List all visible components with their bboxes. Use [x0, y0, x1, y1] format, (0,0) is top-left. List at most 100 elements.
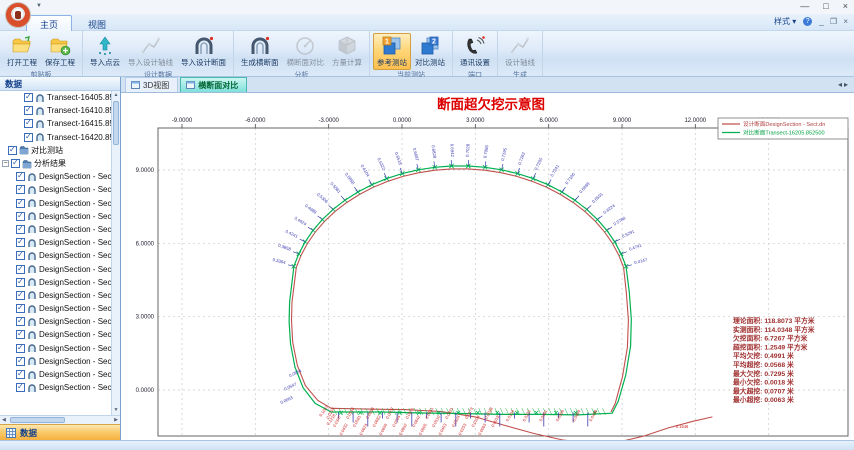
data-tree[interactable]: Transect-16405.85Transect-16410.85Transe… — [0, 91, 120, 415]
scroll-right-icon[interactable]: ▶ — [114, 417, 118, 423]
svg-text:-3.0000: -3.0000 — [319, 118, 340, 124]
tree-item-design-section[interactable]: DesignSection - Sect — [0, 289, 111, 302]
station-2-button[interactable]: 2对比测站 — [411, 33, 449, 70]
status-bar — [0, 440, 854, 450]
tree-checkbox[interactable] — [16, 357, 25, 366]
tree-checkbox[interactable] — [16, 238, 25, 247]
tree-item-transect[interactable]: Transect-16410.85 — [0, 104, 111, 117]
svg-text:0.0624: 0.0624 — [358, 422, 369, 436]
section-compare-button[interactable]: 横断面对比 — [283, 33, 329, 70]
tree-item-label: 分析结果 — [34, 158, 66, 169]
tree-checkbox[interactable] — [16, 370, 25, 379]
data-panel-button[interactable]: 数据 — [0, 424, 120, 440]
scroll-down-icon[interactable]: ▼ — [112, 406, 120, 415]
tree-vertical-scrollbar[interactable]: ▲ ▼ — [111, 91, 120, 415]
button-label: 打开工程 — [7, 57, 37, 68]
scroll-up-icon[interactable]: ▲ — [112, 91, 120, 100]
tree-item-design-section[interactable]: DesignSection - Sect — [0, 183, 111, 196]
tree-checkbox[interactable] — [16, 344, 25, 353]
import-axis-button[interactable]: 导入设计轴线 — [124, 33, 177, 70]
design-axis-button[interactable]: 设计轴线 — [501, 33, 539, 70]
tree-checkbox[interactable] — [24, 93, 33, 102]
collapse-icon[interactable]: − — [2, 160, 9, 167]
scroll-left-icon[interactable]: ◀ — [2, 417, 6, 423]
help-icon[interactable]: ? — [803, 17, 812, 26]
tree-item-design-section[interactable]: DesignSection - Sect — [0, 368, 111, 381]
tree-item-design-section[interactable]: DesignSection - Sect — [0, 342, 111, 355]
tree-checkbox[interactable] — [16, 317, 25, 326]
quick-access-caret-icon[interactable]: ▼ — [36, 3, 42, 9]
svg-text:0.0432: 0.0432 — [338, 422, 349, 436]
tree-item-design-section[interactable]: DesignSection - Sect — [0, 197, 111, 210]
tree-checkbox[interactable] — [24, 106, 33, 115]
minimize-icon[interactable]: — — [800, 1, 809, 11]
tree-checkbox[interactable] — [16, 212, 25, 221]
volume-calc-button[interactable]: 方量计算 — [328, 33, 366, 70]
tree-item-design-section[interactable]: DesignSection - Sect — [0, 315, 111, 328]
comm-settings-button[interactable]: 通讯设置 — [456, 33, 494, 70]
tree-item-design-section[interactable]: DesignSection - Sect — [0, 381, 111, 394]
maximize-icon[interactable]: □ — [823, 1, 828, 11]
tree-checkbox[interactable] — [24, 119, 33, 128]
station-1-button[interactable]: 1参考测站 — [373, 33, 411, 70]
ribbon-tab-视图[interactable]: 视图 — [74, 15, 120, 32]
tree-item-design-section[interactable]: DesignSection - Sect — [0, 223, 111, 236]
scroll-thumb[interactable] — [113, 101, 119, 145]
svg-text:0.5858: 0.5858 — [344, 172, 356, 186]
design-axis-icon — [509, 35, 531, 57]
tree-item-transect[interactable]: Transect-16420.85 — [0, 131, 111, 144]
tree-checkbox[interactable] — [16, 225, 25, 234]
tree-item-design-section[interactable]: DesignSection - Sect — [0, 355, 111, 368]
doc-tab-3D视图[interactable]: 3D视图 — [125, 77, 178, 92]
tree-item-design-section[interactable]: DesignSection - Sect — [0, 210, 111, 223]
tree-checkbox[interactable] — [24, 133, 33, 142]
tree-item-design-section[interactable]: DesignSection - Sect — [0, 262, 111, 275]
title-bar: ▼ — □ × — [0, 0, 854, 14]
tree-checkbox[interactable] — [16, 278, 25, 287]
import-section-button[interactable]: 导入设计断面 — [177, 33, 230, 70]
tree-item-result-folder[interactable]: − 分析结果 — [0, 157, 111, 170]
tree-item-design-section[interactable]: DesignSection - Sect — [0, 236, 111, 249]
close-icon[interactable]: × — [843, 1, 848, 11]
app-logo-icon[interactable] — [5, 2, 31, 28]
open-project-button[interactable]: 打开工程 — [3, 33, 41, 70]
svg-text:0.4741: 0.4741 — [628, 242, 643, 251]
tree-checkbox[interactable] — [8, 146, 17, 155]
save-project-button[interactable]: 保存工程 — [41, 33, 79, 70]
svg-text:0.0704: 0.0704 — [391, 414, 402, 428]
ribbon-tab-主页[interactable]: 主页 — [26, 15, 72, 32]
tree-item-design-section[interactable]: DesignSection - Sect — [0, 276, 111, 289]
tree-checkbox[interactable] — [16, 265, 25, 274]
tree-checkbox[interactable] — [16, 330, 25, 339]
generate-section-button[interactable]: 生成横断面 — [237, 33, 283, 70]
tree-checkbox[interactable] — [16, 304, 25, 313]
tree-checkbox[interactable] — [16, 383, 25, 392]
tree-item-transect[interactable]: Transect-16415.85 — [0, 117, 111, 130]
tree-item-design-section[interactable]: DesignSection - Sect — [0, 302, 111, 315]
tree-item-label: Transect-16405.85 — [47, 93, 111, 102]
tree-checkbox[interactable] — [16, 172, 25, 181]
hscroll-thumb[interactable] — [10, 417, 65, 423]
tree-checkbox[interactable] — [16, 185, 25, 194]
tree-checkbox[interactable] — [16, 291, 25, 300]
tree-item-design-section[interactable]: DesignSection - Sect — [0, 249, 111, 262]
tree-item-design-section[interactable]: DesignSection - Sect — [0, 328, 111, 341]
doc-tab-横断面对比[interactable]: 横断面对比 — [180, 77, 247, 92]
section-compare-view[interactable]: -9.0000-6.0000-3.00000.00003.00006.00009… — [121, 93, 854, 440]
tree-horizontal-scrollbar[interactable]: ◀ ▶ — [0, 415, 120, 424]
import-pointcloud-button[interactable]: 导入点云 — [86, 33, 124, 70]
tree-checkbox[interactable] — [16, 199, 25, 208]
tree-item-transect[interactable]: Transect-16405.85 — [0, 91, 111, 104]
tree-item-compare-folder[interactable]: 对比测站 — [0, 144, 111, 157]
tab-nav-arrows[interactable]: ◂▸ — [838, 80, 850, 89]
tree-checkbox[interactable] — [11, 159, 20, 168]
overbreak-chart[interactable]: -9.0000-6.0000-3.00000.00003.00006.00009… — [121, 93, 854, 440]
section-icon — [35, 119, 45, 129]
ribbon-window-controls[interactable]: _ ❐ × — [819, 17, 850, 26]
style-dropdown[interactable]: 样式 ▾ — [774, 16, 796, 27]
section-icon — [27, 383, 37, 393]
tree-checkbox[interactable] — [16, 251, 25, 260]
tree-item-design-section[interactable]: DesignSection - Sect — [0, 170, 111, 183]
tree-item-label: DesignSection - Sect — [39, 185, 111, 194]
section-icon — [27, 356, 37, 366]
